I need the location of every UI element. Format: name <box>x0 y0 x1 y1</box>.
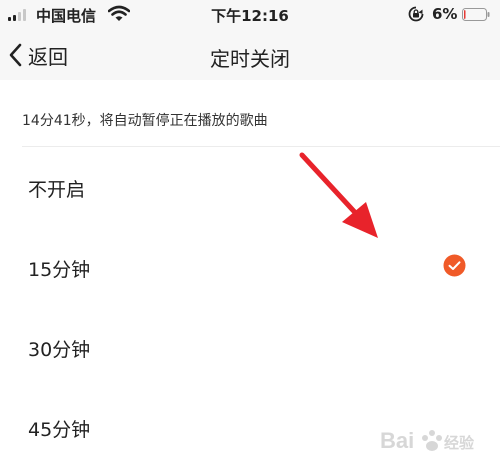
option-label: 不开启 <box>28 179 86 201</box>
option-30-minutes[interactable]: 30分钟 <box>0 308 500 388</box>
divider <box>22 146 500 147</box>
nav-bar: 返回 定时关闭 <box>0 30 500 80</box>
option-15-minutes[interactable]: 15分钟 <box>0 228 500 308</box>
battery-icon <box>462 8 490 21</box>
status-time: 下午12:16 <box>211 7 289 25</box>
rotation-lock-icon <box>408 6 424 22</box>
page-title: 定时关闭 <box>210 47 290 71</box>
timer-countdown-hint: 14分41秒，将自动暂停正在播放的歌曲 <box>22 113 268 129</box>
option-label: 45分钟 <box>28 419 91 441</box>
check-icon <box>443 254 466 277</box>
option-45-minutes[interactable]: 45分钟 <box>0 388 500 468</box>
option-off[interactable]: 不开启 <box>0 148 500 228</box>
option-label: 15分钟 <box>28 259 91 281</box>
status-bar: 中国电信 下午12:16 6% <box>0 0 500 30</box>
option-label: 30分钟 <box>28 339 91 361</box>
battery-percent: 6% <box>432 5 458 23</box>
